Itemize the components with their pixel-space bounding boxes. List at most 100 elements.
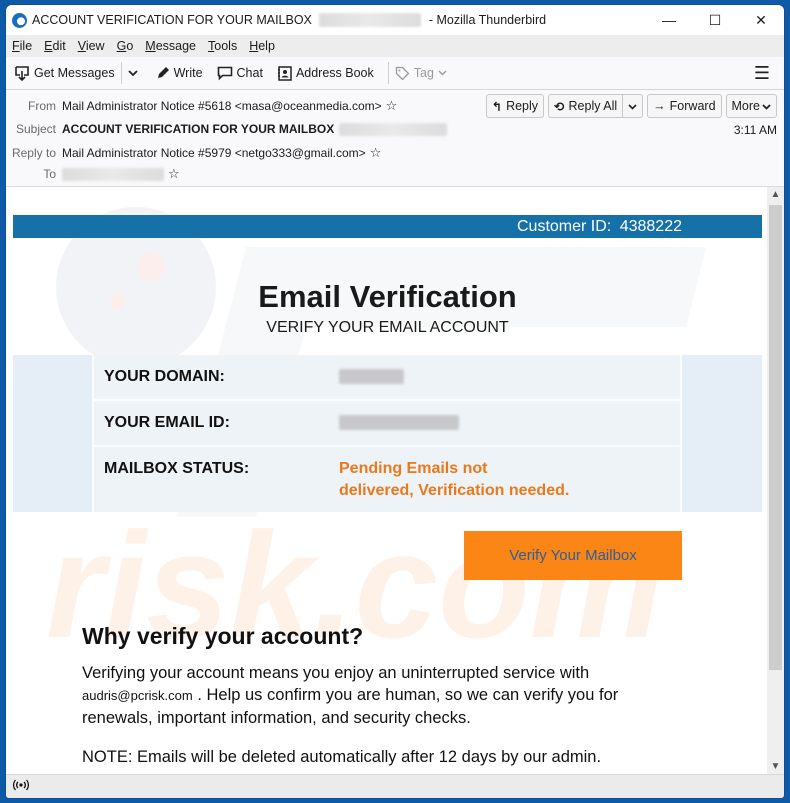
- email-id-label: YOUR EMAIL ID:: [104, 414, 230, 431]
- star-icon[interactable]: ☆: [370, 145, 382, 161]
- subject-row: Subject ACCOUNT VERIFICATION FOR YOUR MA…: [6, 122, 448, 136]
- forward-button[interactable]: → Forward: [647, 94, 722, 118]
- chat-bubble-icon: [217, 66, 233, 81]
- account-info-inner: YOUR DOMAIN: YOUR EMAIL ID: MAILBOX STAT…: [92, 355, 682, 512]
- redacted-recipient: [62, 167, 164, 181]
- more-label: More: [731, 99, 760, 113]
- reply-to-label: Reply to: [11, 146, 56, 160]
- menu-go[interactable]: Go: [117, 39, 134, 53]
- chat-label: Chat: [236, 66, 263, 80]
- why-verify-heading: Why verify your account?: [82, 623, 364, 649]
- menu-bar: File Edit View Go Message Tools Help: [6, 35, 784, 57]
- menu-file[interactable]: File: [12, 39, 32, 53]
- main-toolbar: Get Messages Write Chat Address Book Tag…: [6, 57, 784, 90]
- forward-arrow-icon: →: [653, 99, 666, 113]
- customer-id-bar: Customer ID: 4388222: [13, 215, 762, 238]
- message-time: 3:11 AM: [733, 123, 777, 137]
- reply-all-label: Reply All: [568, 99, 618, 113]
- deletion-note: NOTE: Emails will be deleted automatical…: [82, 748, 602, 766]
- maximize-button[interactable]: ☐: [692, 5, 738, 35]
- from-value[interactable]: Mail Administrator Notice #5618 <masa@oc…: [62, 99, 382, 113]
- reply-to-value[interactable]: Mail Administrator Notice #5979 <netgo33…: [62, 146, 366, 160]
- reply-all-button[interactable]: ⟲ Reply All: [549, 95, 622, 117]
- customer-id-value: 4388222: [619, 218, 682, 235]
- mailbox-status-value: Pending Emails not delivered, Verificati…: [339, 458, 569, 502]
- pencil-icon: [156, 66, 170, 80]
- status-line-2: delivered, Verification needed.: [339, 482, 570, 499]
- recipient-email-link[interactable]: audris@pcrisk.com: [82, 688, 193, 703]
- table-row: YOUR DOMAIN:: [94, 355, 680, 401]
- more-button[interactable]: More: [725, 94, 777, 118]
- toolbar-divider: [120, 62, 122, 84]
- get-messages-dropdown[interactable]: [127, 69, 142, 77]
- reply-all-dropdown[interactable]: [622, 95, 642, 117]
- close-button[interactable]: ✕: [738, 5, 784, 35]
- scroll-up-arrow-icon[interactable]: ▲: [767, 187, 784, 203]
- table-row: MAILBOX STATUS: Pending Emails not deliv…: [94, 447, 680, 512]
- thunderbird-logo-icon: [12, 12, 27, 28]
- why-line-1: Verifying your account means you enjoy a…: [82, 664, 590, 682]
- get-messages-label: Get Messages: [34, 66, 115, 80]
- write-label: Write: [173, 66, 203, 80]
- message-actions: ↰ Reply ⟲ Reply All → Forward More: [482, 94, 777, 118]
- menu-message[interactable]: Message: [145, 39, 196, 53]
- subject-value: ACCOUNT VERIFICATION FOR YOUR MAILBOX: [62, 122, 335, 136]
- window-title: ACCOUNT VERIFICATION FOR YOUR MAILBOX - …: [32, 13, 546, 28]
- contact-card-icon: [277, 65, 292, 81]
- message-body: risk.com Customer ID: 4388222 Email Veri…: [6, 187, 769, 775]
- chat-button[interactable]: Chat: [217, 66, 263, 81]
- reply-arrow-icon: ↰: [491, 99, 503, 114]
- thunderbird-window: ACCOUNT VERIFICATION FOR YOUR MAILBOX - …: [5, 4, 785, 799]
- vertical-scrollbar[interactable]: ▲ ▼: [767, 187, 784, 775]
- why-line-3: renewals, important information, and sec…: [82, 709, 471, 727]
- message-header-pane: From Mail Administrator Notice #5618 <ma…: [6, 90, 784, 187]
- menu-edit[interactable]: Edit: [44, 39, 66, 53]
- status-line-1: Pending Emails not: [339, 460, 488, 477]
- subject-label: Subject: [15, 122, 56, 136]
- from-label: From: [28, 99, 56, 113]
- scroll-down-arrow-icon[interactable]: ▼: [767, 759, 784, 775]
- forward-label: Forward: [669, 99, 716, 113]
- get-messages-button[interactable]: Get Messages: [14, 65, 115, 81]
- toolbar-divider: [387, 62, 389, 84]
- email-subtitle: VERIFY YOUR EMAIL ACCOUNT: [266, 319, 509, 336]
- title-bar: ACCOUNT VERIFICATION FOR YOUR MAILBOX - …: [6, 5, 784, 35]
- status-bar: [6, 774, 784, 798]
- reply-all-split-button: ⟲ Reply All: [548, 94, 644, 118]
- wireless-signal-icon[interactable]: [13, 779, 29, 794]
- reply-label: Reply: [506, 99, 539, 113]
- redacted-subject-suffix: [339, 122, 448, 136]
- redacted-recipient: [319, 13, 422, 28]
- verify-mailbox-button[interactable]: Verify Your Mailbox: [464, 531, 682, 580]
- address-book-button[interactable]: Address Book: [277, 65, 374, 81]
- why-line-2: . Help us confirm you are human, so we c…: [192, 686, 619, 704]
- table-row: YOUR EMAIL ID:: [94, 401, 680, 447]
- redacted-email-id: [339, 415, 459, 430]
- menu-tools[interactable]: Tools: [208, 39, 237, 53]
- minimize-button[interactable]: —: [646, 5, 692, 35]
- star-icon[interactable]: ☆: [168, 166, 180, 182]
- menu-help[interactable]: Help: [249, 39, 275, 53]
- from-row: From Mail Administrator Notice #5618 <ma…: [6, 98, 397, 114]
- scrollbar-thumb[interactable]: [769, 205, 782, 670]
- to-row: To ☆: [6, 166, 180, 182]
- menu-view[interactable]: View: [78, 39, 105, 53]
- chevron-down-icon: [762, 99, 771, 113]
- customer-id-label: Customer ID:: [517, 218, 612, 235]
- tag-button[interactable]: Tag: [395, 66, 451, 81]
- hamburger-menu-icon[interactable]: ☰: [754, 63, 770, 84]
- write-button[interactable]: Write: [156, 66, 203, 80]
- email-title: Email Verification: [258, 279, 517, 314]
- tag-icon: [395, 66, 410, 81]
- download-icon: [14, 65, 30, 81]
- chevron-down-icon: [628, 99, 637, 113]
- address-book-label: Address Book: [295, 66, 374, 80]
- window-title-subject: ACCOUNT VERIFICATION FOR YOUR MAILBOX: [32, 12, 312, 27]
- to-label: To: [43, 167, 56, 181]
- window-title-app: - Mozilla Thunderbird: [428, 12, 547, 27]
- star-icon[interactable]: ☆: [386, 98, 398, 114]
- domain-label: YOUR DOMAIN:: [104, 368, 225, 385]
- tag-label: Tag: [413, 66, 434, 80]
- chevron-down-icon: [438, 70, 447, 76]
- reply-button[interactable]: ↰ Reply: [485, 94, 545, 118]
